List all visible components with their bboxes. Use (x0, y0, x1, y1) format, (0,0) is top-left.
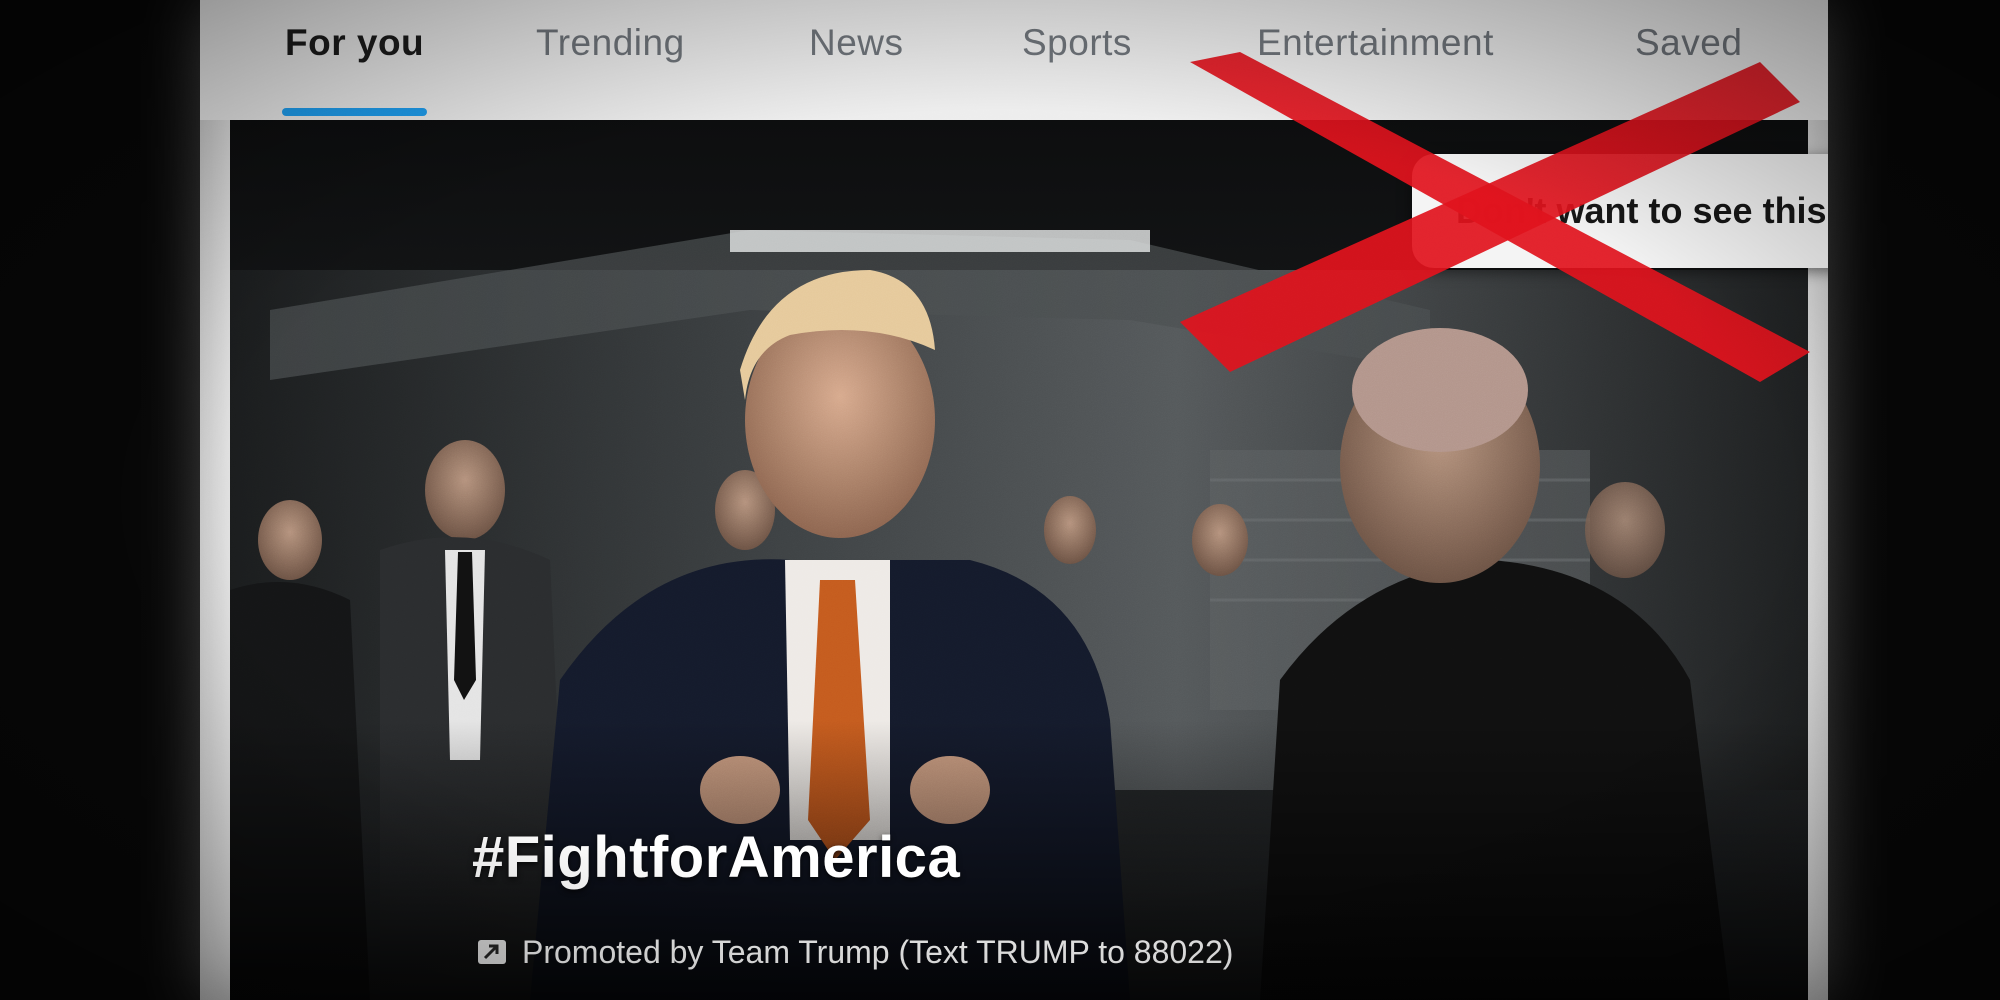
ad-hashtag[interactable]: #FightforAmerica (472, 824, 960, 891)
app-window: For you Trending News Sports Entertainme… (200, 0, 1828, 1000)
promoted-line: Promoted by Team Trump (Text TRUMP to 88… (476, 930, 1233, 974)
dont-want-ad-label: Don't want to see this ad (1456, 190, 1828, 231)
active-tab-indicator (282, 108, 427, 116)
tab-news[interactable]: News (809, 22, 904, 82)
ad-options-menu-item[interactable]: Don't want to see this ad (1412, 154, 1828, 268)
tab-saved[interactable]: Saved (1635, 22, 1742, 82)
tab-entertainment[interactable]: Entertainment (1257, 22, 1494, 82)
tab-bar: For you Trending News Sports Entertainme… (200, 0, 1828, 120)
promoted-by-text[interactable]: Promoted by Team Trump (Text TRUMP to 88… (522, 934, 1233, 971)
tab-trending[interactable]: Trending (536, 22, 685, 82)
tab-for-you[interactable]: For you (285, 22, 424, 82)
promoted-icon (478, 940, 506, 964)
screenshot-stage: For you Trending News Sports Entertainme… (0, 0, 2000, 1000)
tab-sports[interactable]: Sports (1022, 22, 1132, 82)
